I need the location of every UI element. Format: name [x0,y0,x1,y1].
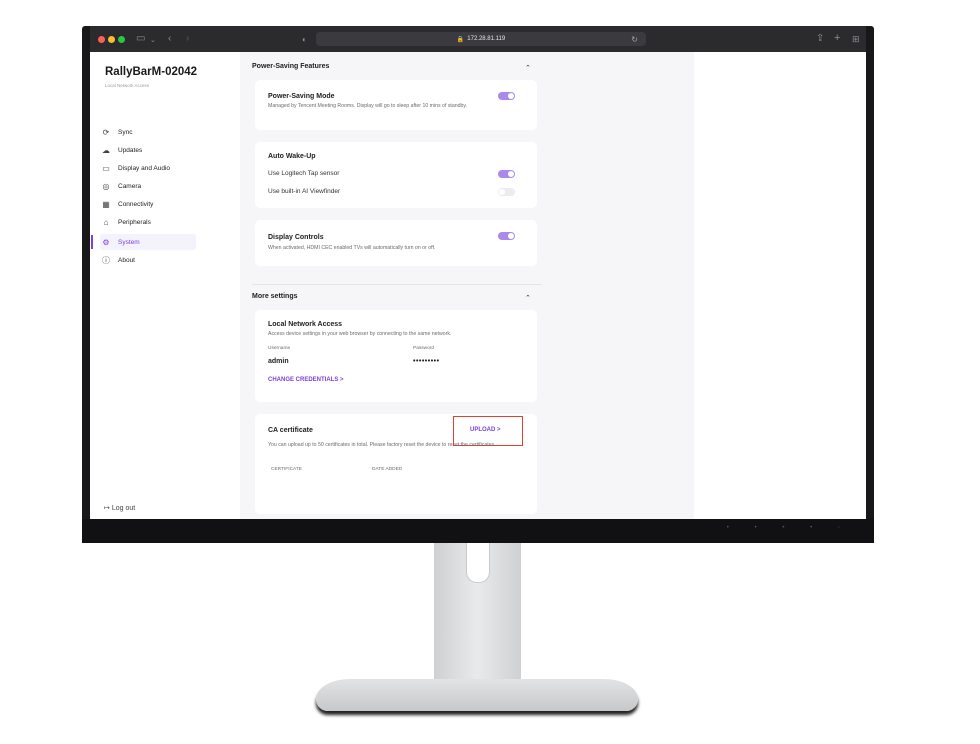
reload-icon[interactable]: ↻ [631,35,638,44]
sidebar-item-label: Sync [118,128,133,136]
camera-icon: ◎ [102,181,110,191]
sidebar-item-connectivity[interactable]: ▦ Connectivity [100,196,196,212]
auto-wake-title: Auto Wake-Up [268,153,316,160]
shield-icon[interactable]: ◐ [302,34,307,46]
date-added-column-header: DATE ADDED [372,467,403,472]
forward-icon[interactable]: › [186,33,189,45]
collapse-more-settings-button[interactable]: ⌃ [525,294,531,302]
browser-toolbar: ▭ ⌄ ‹ › ◐ 🔒 172.28.81.119 ↻ ⇪ + ⊞ [90,26,866,52]
sidebar-item-camera[interactable]: ◎ Camera [100,178,196,194]
local-access-title: Local Network Access [268,321,343,328]
peripherals-icon: ⌂ [103,217,109,227]
power-saving-mode-toggle[interactable] [498,92,515,100]
display-controls-description: When activated, HDMI CEC enabled TVs wil… [268,245,436,251]
new-tab-icon[interactable]: + [834,32,840,44]
device-subtitle: Local Network Access [105,83,150,88]
back-icon[interactable]: ‹ [168,33,171,45]
connectivity-icon: ▦ [102,199,110,209]
display-controls-toggle[interactable] [498,232,515,240]
monitor-stand-base [316,679,638,711]
monitor-frame: ▭ ⌄ ‹ › ◐ 🔒 172.28.81.119 ↻ ⇪ + ⊞ RallyB… [82,26,874,543]
chevron-down-icon[interactable]: ⌄ [150,35,156,47]
ca-certificate-title: CA certificate [268,427,313,434]
username-value: admin [268,358,289,365]
power-saving-section-title: Power-Saving Features [252,63,330,70]
ai-viewfinder-label: Use built-in AI Viewfinder [268,188,341,195]
power-saving-mode-description: Managed by Tencent Meeting Rooms. Displa… [268,103,468,109]
sidebar-item-label: Connectivity [118,200,154,208]
sidebar-item-updates[interactable]: ☁ Updates [100,142,196,158]
display-controls-title: Display Controls [268,234,324,241]
lock-icon: 🔒 [456,36,465,43]
sidebar-item-system[interactable]: ⚙ System [100,234,196,250]
url-text: 172.28.81.119 [467,36,506,42]
minimize-window-button[interactable] [108,36,115,43]
collapse-power-saving-button[interactable]: ⌃ [525,64,531,72]
info-icon: ⓘ [102,255,110,265]
monitor-buttons: • • • • ◦ [726,525,852,531]
ca-certificate-card: CA certificate UPLOAD > You can upload u… [255,414,537,514]
maximize-window-button[interactable] [118,36,125,43]
sync-icon: ⟳ [102,127,110,137]
logout-button[interactable]: ↦ Log out [104,504,135,512]
local-network-access-card: Local Network Access Access device setti… [255,310,537,402]
share-icon[interactable]: ⇪ [816,33,824,45]
cable-hole [466,543,490,583]
sidebar-item-label: Display and Audio [118,164,171,172]
sidebar-item-peripherals[interactable]: ⌂ Peripherals [100,214,196,230]
monitor-bezel: • • • • ◦ [82,519,874,543]
change-credentials-link[interactable]: CHANGE CREDENTIALS > [268,377,344,383]
more-settings-section-title: More settings [252,293,298,300]
logout-icon: ↦ [104,505,110,512]
sidebar-item-label: System [118,238,140,246]
active-indicator [91,235,93,249]
sidebar-item-sync[interactable]: ⟳ Sync [100,124,196,140]
power-saving-mode-title: Power-Saving Mode [268,93,335,100]
sidebar-item-label: About [118,256,135,264]
screen: ▭ ⌄ ‹ › ◐ 🔒 172.28.81.119 ↻ ⇪ + ⊞ RallyB… [90,26,866,519]
display-icon: ▭ [102,163,110,173]
password-value: ••••••••• [413,358,440,365]
password-label: Password [413,346,435,351]
section-divider [252,284,542,285]
system-icon: ⚙ [102,237,110,247]
sidebar-item-label: Peripherals [118,218,151,226]
close-window-button[interactable] [98,36,105,43]
address-bar[interactable]: 🔒 172.28.81.119 ↻ [316,32,646,46]
tap-sensor-label: Use Logitech Tap sensor [268,170,340,177]
sidebar: RallyBarM-02042 Local Network Access ⟳ S… [90,52,240,519]
display-controls-card: Display Controls When activated, HDMI CE… [255,220,537,266]
cloud-icon: ☁ [102,145,110,155]
ai-viewfinder-toggle[interactable] [498,188,515,196]
username-label: Username [268,346,291,351]
blank-panel [694,52,866,519]
power-saving-mode-card: Power-Saving Mode Managed by Tencent Mee… [255,80,537,130]
ca-certificate-description: You can upload up to 50 certificates in … [268,442,496,448]
tab-overview-icon[interactable]: ⊞ [852,33,860,45]
sidebar-toggle-icon[interactable]: ▭ [136,33,145,45]
settings-content: Power-Saving Features ⌃ Power-Saving Mod… [240,52,694,519]
auto-wake-card: Auto Wake-Up Use Logitech Tap sensor Use… [255,142,537,208]
device-name: RallyBarM-02042 [105,66,198,78]
tap-sensor-toggle[interactable] [498,170,515,178]
certificate-column-header: CERTIFICATE [271,467,303,472]
sidebar-item-label: Camera [118,182,142,190]
local-access-description: Access device settings in your web brows… [268,331,452,337]
sidebar-item-about[interactable]: ⓘ About [100,252,196,268]
sidebar-item-label: Updates [118,146,143,154]
sidebar-item-display-audio[interactable]: ▭ Display and Audio [100,160,196,176]
